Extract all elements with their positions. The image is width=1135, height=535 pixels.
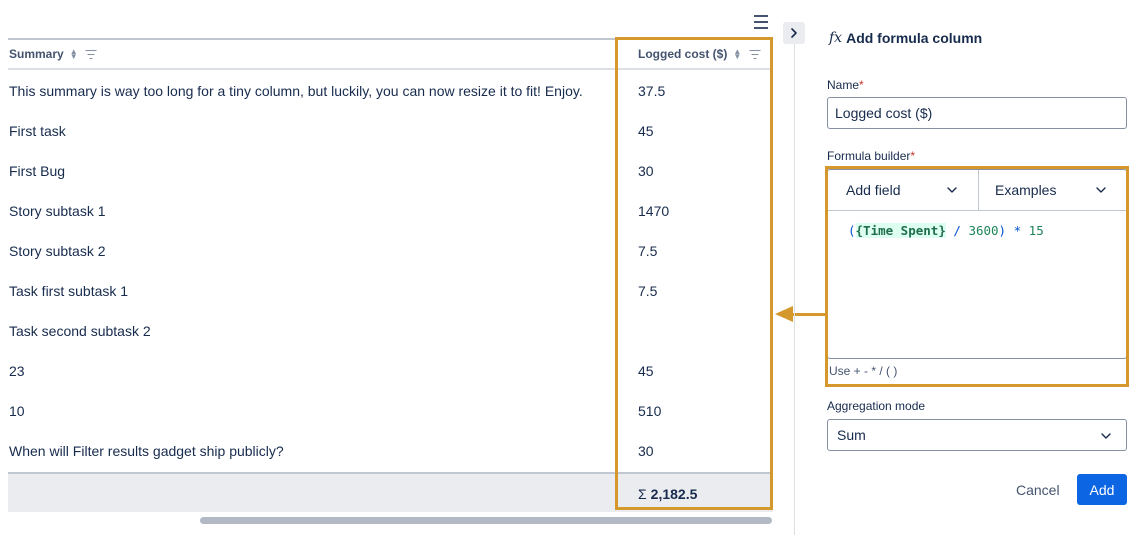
highlight-box-cost-column [615, 37, 773, 510]
cancel-button[interactable]: Cancel [1008, 474, 1068, 506]
chevron-right-icon [791, 28, 797, 38]
add-button[interactable]: Add [1077, 474, 1127, 505]
summary-cell: Story subtask 2 [9, 243, 106, 259]
summary-cell: Story subtask 1 [9, 203, 106, 219]
column-header-summary-label: Summary [9, 47, 64, 61]
formula-builder-label: Formula builder* [827, 149, 915, 163]
horizontal-scrollbar[interactable] [8, 514, 773, 524]
arrow-left-icon-shaft [790, 313, 828, 316]
panel-divider [794, 44, 795, 535]
aggregation-mode-value: Sum [837, 427, 866, 443]
aggregation-mode-label: Aggregation mode [827, 399, 926, 413]
summary-cell: When will Filter results gadget ship pub… [9, 443, 284, 459]
required-mark: * [910, 149, 916, 163]
required-mark: * [859, 78, 864, 92]
collapse-panel-button[interactable] [783, 22, 805, 44]
chevron-down-icon [1101, 433, 1111, 439]
summary-cell: First Bug [9, 163, 66, 179]
summary-cell: Task second subtask 2 [9, 323, 151, 339]
sort-icon[interactable]: ▲ ▼ [70, 48, 78, 61]
fx-icon: fx [829, 30, 843, 46]
summary-cell: First task [9, 123, 66, 139]
summary-cell: Task first subtask 1 [9, 283, 129, 299]
formula-builder-label-text: Formula builder [827, 149, 911, 163]
summary-cell: 10 [9, 403, 25, 419]
table-menu-icon[interactable] [753, 14, 769, 30]
column-header-summary[interactable]: Summary ▲ ▼ [9, 40, 97, 68]
highlight-box-formula-builder [825, 166, 1129, 387]
horizontal-scrollbar-thumb[interactable] [200, 517, 772, 524]
name-input[interactable] [827, 97, 1127, 129]
name-label-text: Name [827, 78, 860, 92]
filter-icon[interactable] [85, 49, 97, 59]
panel-title: fx Add formula column [829, 28, 982, 48]
summary-cell: 23 [9, 363, 25, 379]
panel-title-text: Add formula column [846, 30, 983, 46]
aggregation-mode-select[interactable]: Sum [827, 419, 1127, 451]
summary-cell: This summary is way too long for a tiny … [9, 83, 583, 99]
arrow-left-icon [775, 306, 793, 322]
name-label: Name* [827, 78, 864, 92]
